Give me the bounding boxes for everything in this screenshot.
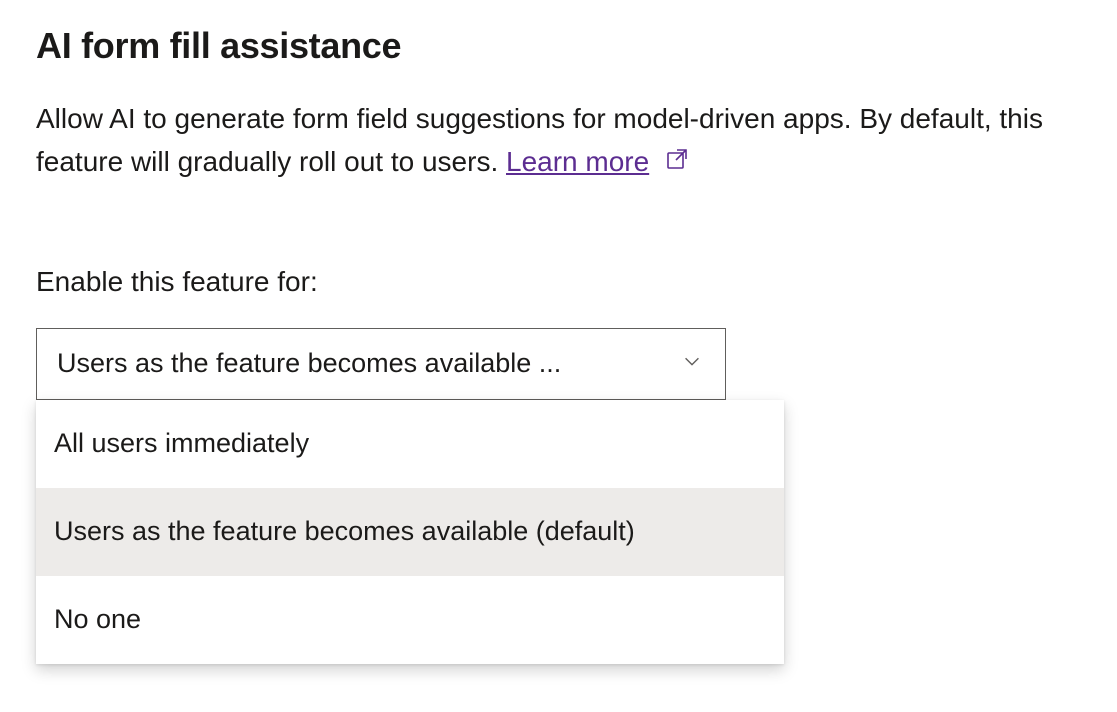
learn-more-link[interactable]: Learn more [506,146,649,177]
section-heading: AI form fill assistance [36,25,1081,67]
option-label: No one [54,604,141,635]
select-display-value: Users as the feature becomes available .… [57,348,669,379]
external-link-icon [665,140,689,183]
option-label: Users as the feature becomes available (… [54,516,635,547]
section-description: Allow AI to generate form field suggesti… [36,97,1081,186]
option-all-users[interactable]: All users immediately [36,400,784,488]
enable-feature-dropdown: All users immediately Users as the featu… [36,400,784,664]
enable-feature-select[interactable]: Users as the feature becomes available .… [36,328,726,400]
enable-feature-select-wrapper: Users as the feature becomes available .… [36,328,726,400]
enable-feature-label: Enable this feature for: [36,266,1081,298]
option-label: All users immediately [54,428,309,459]
option-no-one[interactable]: No one [36,576,784,664]
chevron-down-icon [681,348,703,379]
option-users-default[interactable]: Users as the feature becomes available (… [36,488,784,576]
